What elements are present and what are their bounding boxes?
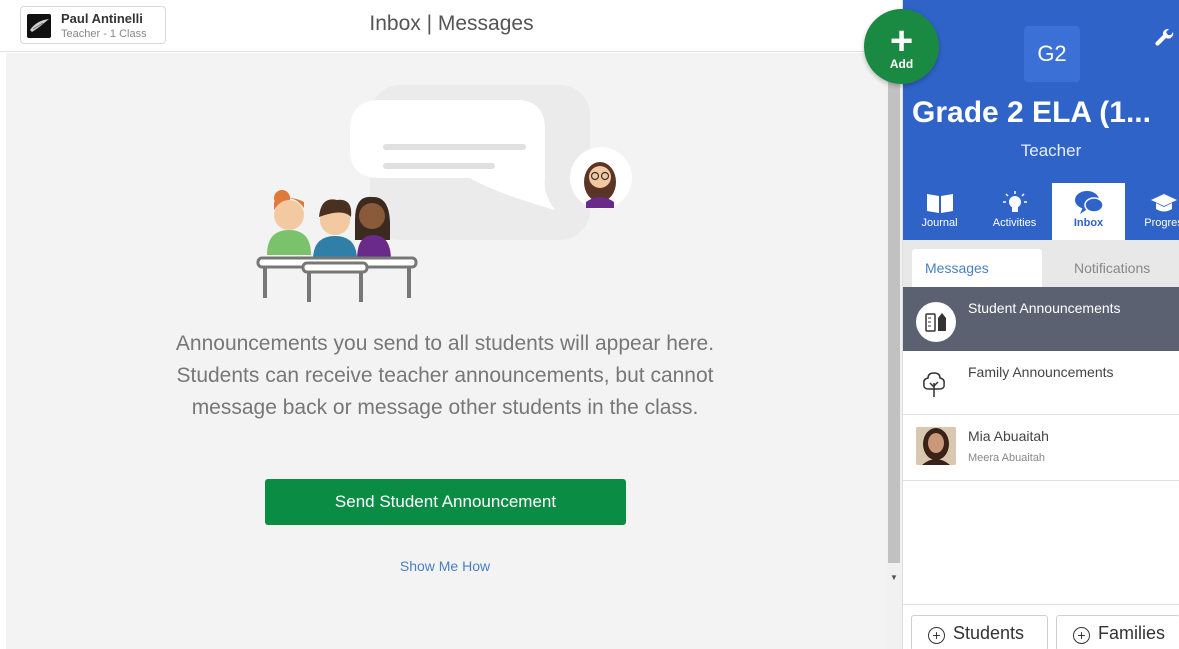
- send-student-announcement-button[interactable]: Send Student Announcement: [265, 479, 626, 525]
- tab-messages[interactable]: Messages: [912, 249, 1042, 287]
- class-name[interactable]: Grade 2 ELA (1...: [912, 96, 1151, 130]
- conversation-student-announcements[interactable]: Student Announcements: [903, 287, 1179, 351]
- add-families-button[interactable]: + Families: [1056, 615, 1179, 649]
- class-sidebar: G2 Grade 2 ELA (1... Teacher Journal Act…: [902, 0, 1179, 649]
- class-role: Teacher: [1020, 141, 1082, 160]
- conversation-title: Mia Abuaitah: [968, 428, 1049, 444]
- nav-activities[interactable]: Activities: [978, 183, 1051, 240]
- nav-inbox[interactable]: Inbox: [1052, 183, 1125, 240]
- add-students-button[interactable]: + Students: [911, 615, 1048, 649]
- plus-circle-icon: +: [928, 627, 945, 644]
- top-bar: Paul Antinelli Teacher - 1 Class Inbox |…: [0, 0, 903, 52]
- add-families-label: Families: [1098, 623, 1166, 643]
- announcement-illustration: [256, 85, 632, 302]
- empty-state-description: Announcements you send to all students w…: [175, 332, 715, 419]
- plus-icon: +: [889, 19, 914, 63]
- main-scrollbar[interactable]: ▼: [886, 53, 902, 649]
- conversation-title: Student Announcements: [968, 300, 1121, 316]
- conversation-mia-abuaitah[interactable]: Mia Abuaitah Meera Abuaitah: [903, 415, 1179, 481]
- tree-icon: [920, 369, 948, 405]
- graduation-cap-icon: [1127, 183, 1179, 217]
- student-photo-avatar: [916, 427, 956, 465]
- tab-notifications[interactable]: Notifications: [1074, 249, 1150, 287]
- show-me-how-link[interactable]: Show Me How: [0, 558, 890, 574]
- conversation-title: Family Announcements: [968, 364, 1114, 380]
- chat-icon: [1052, 183, 1125, 217]
- scrollbar-thumb[interactable]: [888, 53, 900, 563]
- conversation-family-announcements[interactable]: Family Announcements: [903, 351, 1179, 415]
- nav-journal-label: Journal: [921, 217, 958, 229]
- conversation-subtitle: Meera Abuaitah: [968, 452, 1046, 464]
- nav-inbox-label: Inbox: [1073, 217, 1104, 229]
- class-header: G2 Grade 2 ELA (1... Teacher: [903, 0, 1179, 183]
- add-students-label: Students: [953, 623, 1025, 643]
- plus-circle-icon: +: [1073, 627, 1090, 644]
- class-nav: Journal Activities Inbox Progres: [903, 183, 1179, 240]
- scroll-down-arrow-icon[interactable]: ▼: [890, 573, 898, 582]
- nav-progress-label: Progres: [1144, 217, 1179, 229]
- sidebar-bottom-bar: + Students + Families: [903, 604, 1179, 649]
- nav-journal[interactable]: Journal: [903, 183, 976, 240]
- nav-activities-label: Activities: [992, 217, 1037, 229]
- add-fab-button[interactable]: + Add: [864, 9, 939, 84]
- wrench-icon[interactable]: [1153, 26, 1177, 57]
- add-label: Add: [889, 57, 914, 71]
- nav-progress[interactable]: Progres: [1127, 183, 1179, 240]
- book-icon: [903, 183, 976, 217]
- inbox-subtabs: Messages Notifications: [903, 240, 1179, 287]
- lightbulb-icon: [978, 183, 1051, 217]
- pencil-cup-icon: [916, 302, 956, 342]
- class-badge: G2: [1024, 26, 1080, 82]
- page-title: Inbox | Messages: [369, 12, 534, 35]
